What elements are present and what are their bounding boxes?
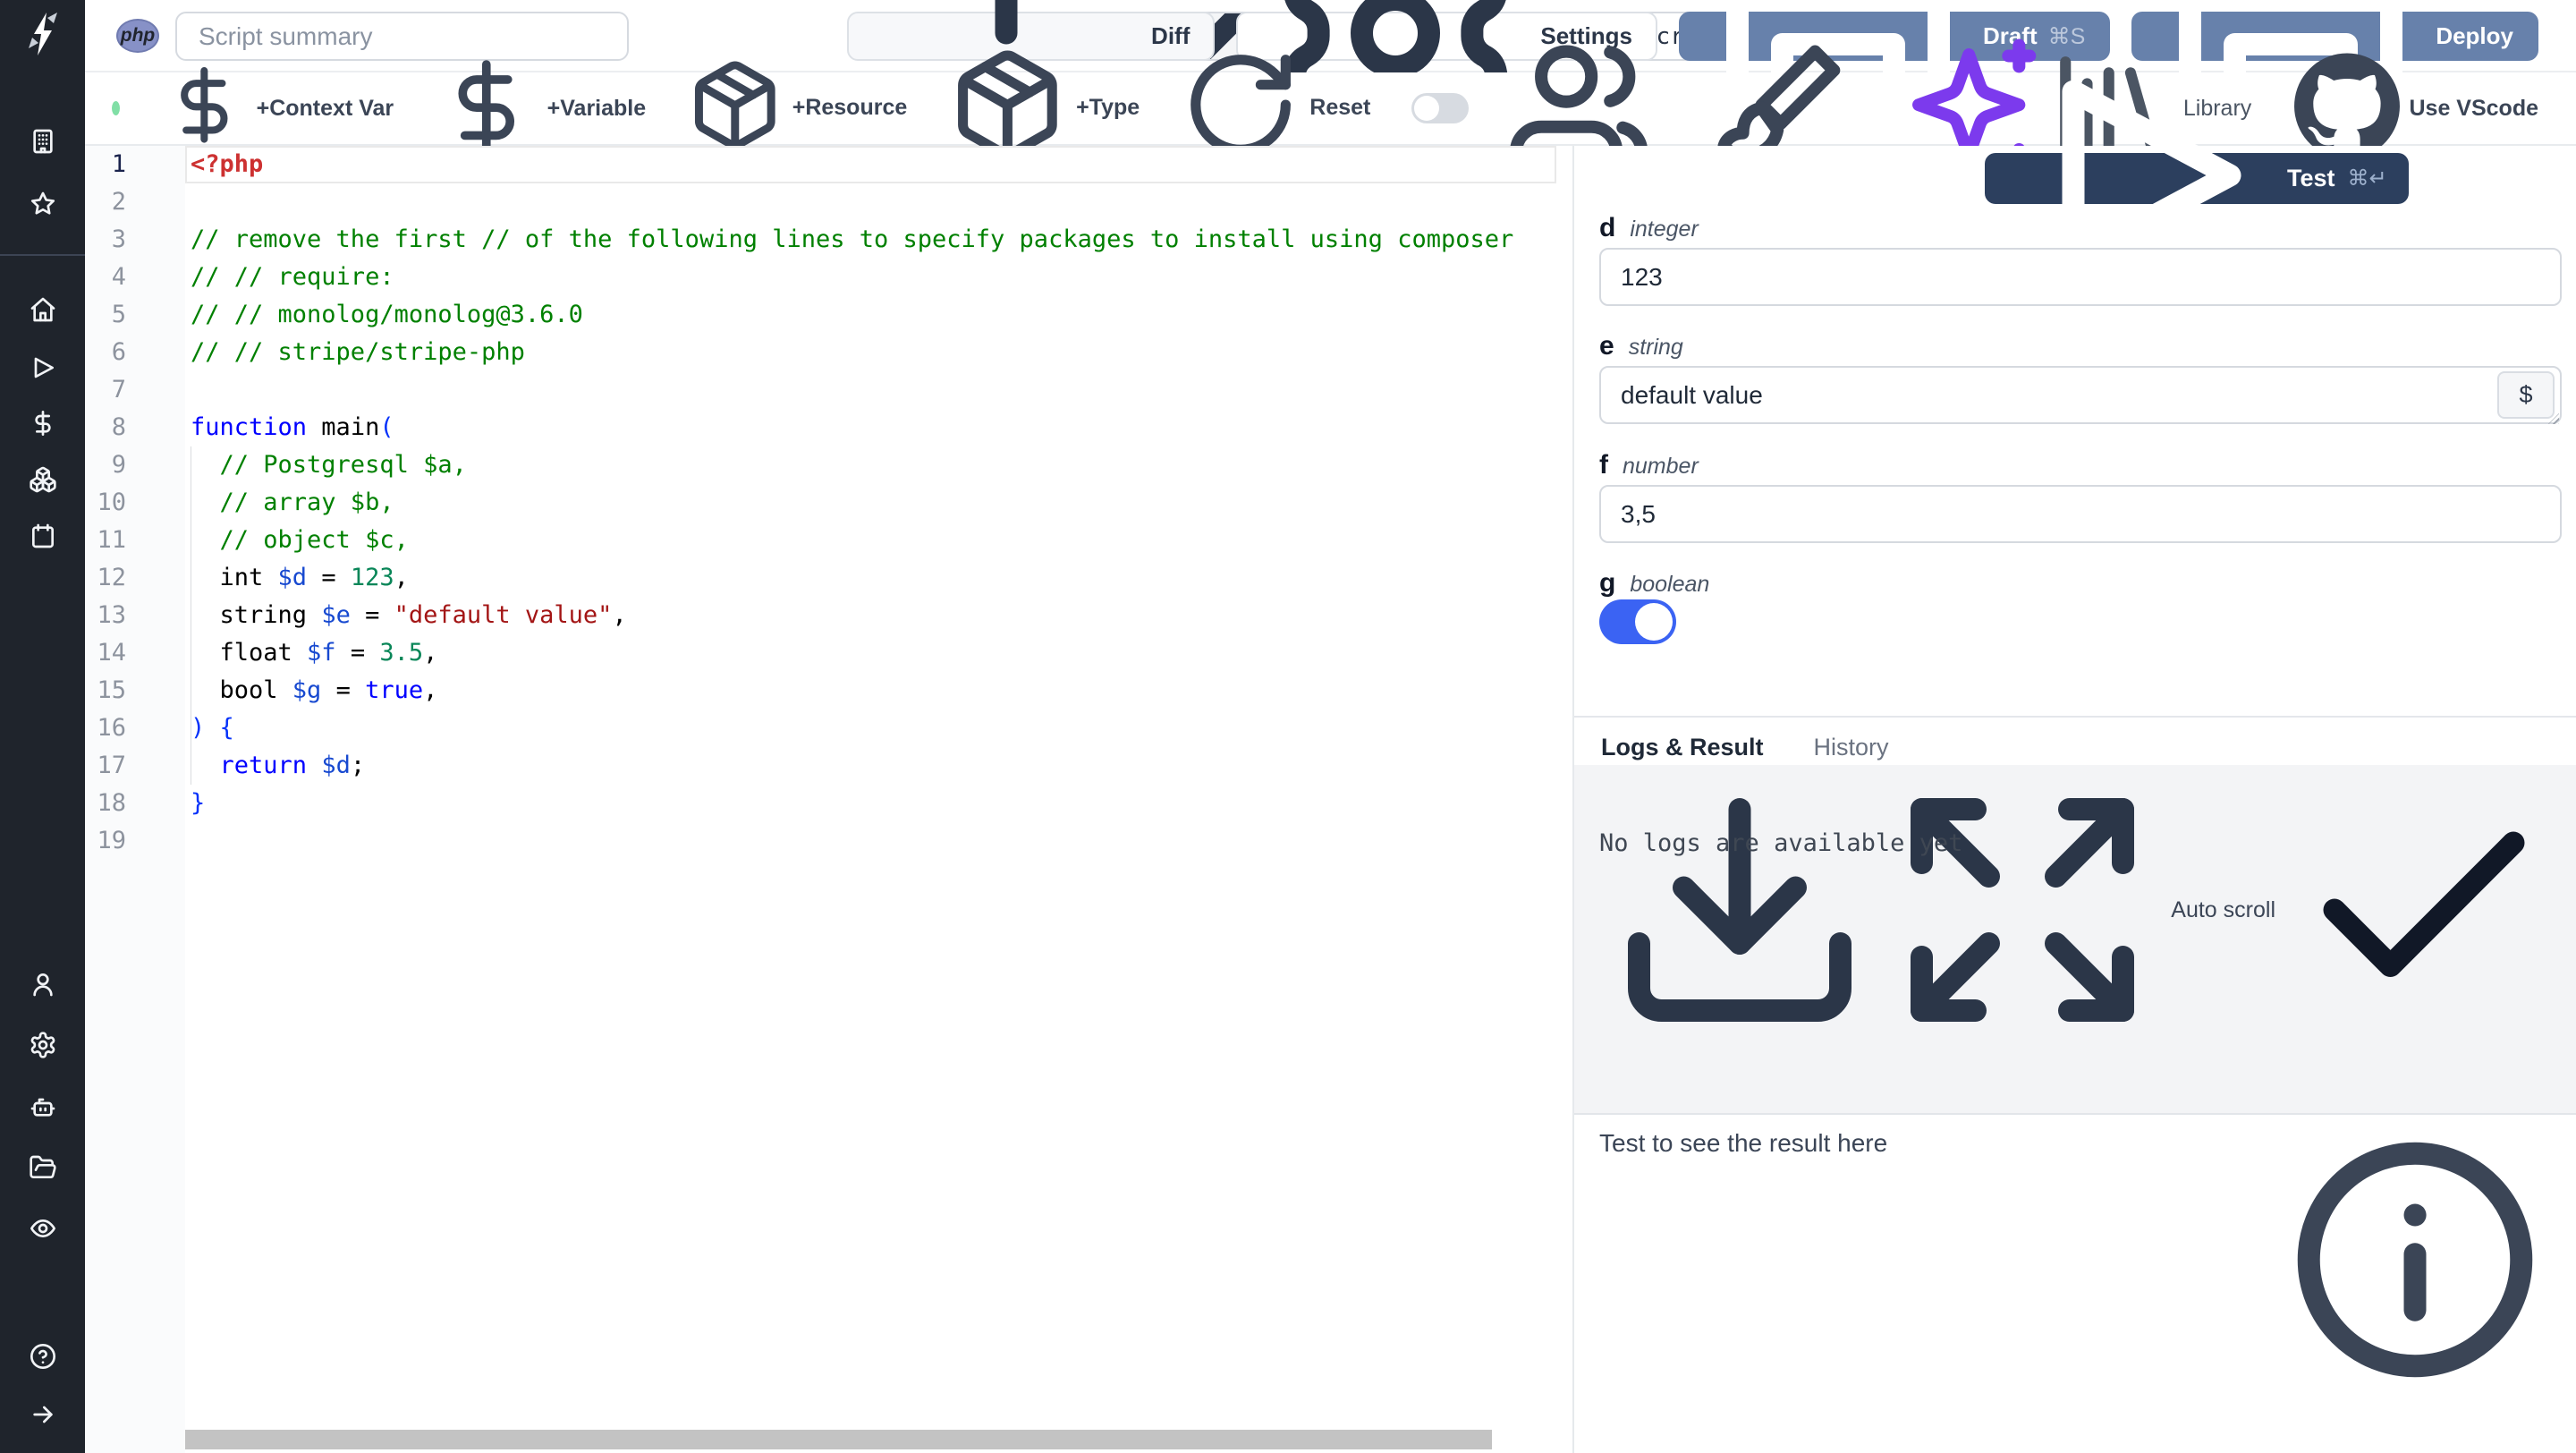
code-line-9[interactable]: // Postgresql $a,	[185, 446, 1560, 484]
code-line-8[interactable]: function main(	[185, 409, 1560, 446]
line-number: 6	[111, 338, 126, 366]
line-number-gutter: 1 2 3 4 5 6 7 8 9 10 11 12 13 14 15 16 17 18 19	[85, 146, 185, 1453]
code-line-13[interactable]: string $e = "default value",	[185, 597, 1560, 634]
line-number: 2	[111, 188, 126, 216]
code-line-19[interactable]	[185, 822, 1560, 860]
code-line-6[interactable]: // // stripe/stripe-php	[185, 334, 1560, 371]
sidebar-gear-icon[interactable]	[29, 1031, 57, 1059]
line-number: 1	[111, 150, 126, 178]
line-number: 11	[97, 526, 126, 554]
expand-logs-icon[interactable]	[1888, 776, 2157, 1044]
field-f-input[interactable]	[1599, 485, 2562, 543]
test-shortcut: ⌘↵	[2347, 166, 2387, 191]
sidebar-star-icon[interactable]	[29, 190, 57, 218]
code-line-17[interactable]: return $d;	[185, 747, 1560, 785]
line-number: 12	[97, 564, 126, 591]
code-line-14[interactable]: float $f = 3.5,	[185, 634, 1560, 672]
field-g-toggle[interactable]	[1599, 599, 1676, 644]
insert-variable-button[interactable]: $	[2497, 371, 2555, 419]
code-line-5[interactable]: // // monolog/monolog@3.6.0	[185, 296, 1560, 334]
field-e-input[interactable]	[1599, 366, 2562, 424]
code-line-10[interactable]: // array $b,	[185, 484, 1560, 522]
windmill-logo-icon[interactable]	[21, 11, 64, 57]
status-dot	[112, 101, 120, 115]
code-line-12[interactable]: int $d = 123,	[185, 559, 1560, 597]
add-context-var-button[interactable]: +Context Var	[161, 62, 394, 155]
code-line-18[interactable]: }	[185, 785, 1560, 822]
field-d-input[interactable]	[1599, 248, 2562, 306]
sidebar-help-circle-icon[interactable]	[29, 1342, 57, 1371]
sidebar-divider	[0, 254, 85, 256]
line-number: 4	[111, 263, 126, 291]
sidebar-calendar-icon[interactable]	[29, 522, 57, 550]
auto-scroll-label[interactable]: Auto scroll	[2171, 897, 2275, 923]
dollar-icon	[161, 62, 248, 155]
code-line-15[interactable]: bool $g = true,	[185, 672, 1560, 710]
code-line-3[interactable]: // remove the first // of the following …	[185, 221, 1560, 259]
sidebar-play-icon[interactable]	[29, 353, 57, 382]
line-number: 13	[97, 601, 126, 629]
field-label-g: g boolean	[1599, 568, 1710, 598]
code-pane[interactable]: <?php // remove the first // of the follo…	[185, 146, 1560, 1453]
code-line-2[interactable]	[185, 183, 1560, 221]
line-number: 3	[111, 225, 126, 253]
line-number: 9	[111, 451, 126, 479]
download-logs-icon[interactable]	[1606, 776, 1874, 1044]
sidebar-user-icon[interactable]	[29, 970, 57, 998]
sidebar-robot-icon[interactable]	[29, 1092, 57, 1121]
line-number: 7	[111, 376, 126, 404]
add-resource-button[interactable]: +Resource	[687, 57, 907, 160]
package-icon	[687, 57, 784, 160]
code-line-1[interactable]: <?php	[185, 146, 1560, 183]
sidebar-home-icon[interactable]	[29, 295, 57, 324]
code-line-7[interactable]	[185, 371, 1560, 409]
code-line-4[interactable]: // // require:	[185, 259, 1560, 296]
code-line-11[interactable]: // object $c,	[185, 522, 1560, 559]
line-number: 19	[97, 827, 126, 854]
test-button[interactable]: Test ⌘↵	[1985, 80, 2409, 271]
line-number: 5	[111, 301, 126, 328]
logs-empty-message: No logs are available yet	[1599, 829, 1963, 857]
field-label-f: f number	[1599, 450, 1699, 480]
code-editor[interactable]: 1 2 3 4 5 6 7 8 9 10 11 12 13 14 15 16 17 18 19 <?php// re…	[85, 146, 1572, 1453]
info-icon[interactable]	[2281, 1126, 2549, 1394]
code-line-16[interactable]: ) {	[185, 710, 1560, 747]
result-area: Test to see the result here	[1574, 1113, 2576, 1453]
sidebar-dollar-icon[interactable]	[29, 409, 57, 438]
line-number: 15	[97, 676, 126, 704]
field-label-e: e string	[1599, 331, 1683, 361]
line-number: 8	[111, 413, 126, 441]
run-panel: Test ⌘↵ d integer e string $ f number g …	[1572, 80, 2576, 1453]
line-number: 10	[97, 489, 126, 516]
line-number: 18	[97, 789, 126, 817]
sidebar-eye-icon[interactable]	[29, 1214, 57, 1243]
sidebar-building-icon[interactable]	[29, 127, 57, 156]
auto-scroll-check-icon[interactable]	[2290, 776, 2558, 1044]
line-number: 17	[97, 752, 126, 779]
line-number: 14	[97, 639, 126, 667]
script-editor-page: php Path u/henri/honored_script Diff Set…	[0, 0, 2576, 1453]
logs-area: Auto scroll No logs are available yet	[1574, 765, 2576, 1113]
field-label-d: d integer	[1599, 213, 1699, 242]
sidebar	[0, 0, 85, 1453]
multiplayer-toggle[interactable]	[1411, 93, 1470, 123]
textarea-resize-handle[interactable]	[2547, 412, 2560, 425]
panel-divider	[1574, 716, 2576, 718]
horizontal-scrollbar[interactable]	[185, 1430, 1492, 1449]
sidebar-boxes-icon[interactable]	[29, 465, 57, 494]
sidebar-arrow-right-icon[interactable]	[29, 1400, 57, 1429]
result-placeholder: Test to see the result here	[1599, 1129, 1888, 1157]
line-number: 16	[97, 714, 126, 742]
sidebar-folder-open-icon[interactable]	[29, 1153, 57, 1182]
